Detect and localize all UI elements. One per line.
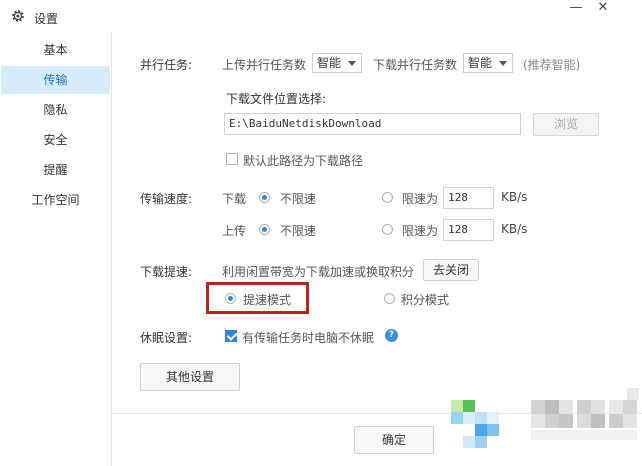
close-button[interactable]: ✕ bbox=[592, 0, 614, 18]
tasks-hint: (推荐智能) bbox=[523, 58, 581, 72]
upload-unlimited-label: 不限速 bbox=[280, 224, 317, 238]
download-limit-label: 限速为 bbox=[402, 192, 439, 206]
other-settings-button[interactable]: 其他设置 bbox=[140, 363, 240, 391]
download-tasks-value: 智能 bbox=[468, 56, 493, 70]
upload-limit-radio[interactable] bbox=[382, 224, 393, 235]
speed-mode-label: 提速模式 bbox=[243, 293, 292, 307]
gear-icon bbox=[12, 10, 24, 22]
sidebar-item-transfer[interactable]: 传输 bbox=[1, 66, 110, 94]
default-path-label: 默认此路径为下载路径 bbox=[243, 154, 364, 168]
watermark-logo bbox=[451, 386, 642, 466]
download-speed-label: 下载 bbox=[222, 192, 247, 206]
download-tasks-select[interactable]: 智能 bbox=[463, 53, 513, 73]
sidebar-item-privacy[interactable]: 隐私 bbox=[1, 96, 110, 124]
download-limit-radio[interactable] bbox=[382, 192, 393, 203]
download-limit-unit: KB/s bbox=[501, 190, 528, 204]
window-title: 设置 bbox=[34, 12, 59, 26]
download-location-label: 下载文件位置选择: bbox=[226, 92, 327, 106]
points-mode-radio[interactable] bbox=[384, 293, 395, 304]
minimize-button[interactable]: — bbox=[565, 0, 587, 18]
upload-limit-input[interactable]: 128 bbox=[443, 219, 494, 241]
speed-section-label: 传输速度: bbox=[140, 192, 193, 206]
upload-limit-unit: KB/s bbox=[501, 222, 528, 236]
disable-accelerate-button[interactable]: 去关闭 bbox=[423, 259, 479, 281]
help-icon[interactable]: ? bbox=[385, 329, 398, 342]
browse-button[interactable]: 浏览 bbox=[533, 113, 599, 136]
chevron-down-icon bbox=[348, 61, 356, 66]
upload-tasks-value: 智能 bbox=[317, 56, 342, 70]
download-unlimited-radio[interactable] bbox=[259, 192, 270, 203]
upload-tasks-label: 上传并行任务数 bbox=[222, 58, 307, 72]
tasks-section-label: 并行任务: bbox=[140, 58, 193, 72]
sidebar-item-basic[interactable]: 基本 bbox=[1, 36, 110, 64]
upload-tasks-select[interactable]: 智能 bbox=[312, 53, 362, 73]
upload-unlimited-radio[interactable] bbox=[259, 224, 270, 235]
speed-mode-radio[interactable] bbox=[225, 293, 236, 304]
upload-limit-label: 限速为 bbox=[402, 224, 439, 238]
accelerate-section-label: 下载提速: bbox=[140, 265, 193, 279]
sidebar-item-reminders[interactable]: 提醒 bbox=[1, 156, 110, 184]
sidebar: 基本 传输 隐私 安全 提醒 工作空间 bbox=[0, 33, 112, 466]
download-path-input[interactable]: E:\BaiduNetdiskDownload bbox=[224, 113, 521, 135]
sidebar-item-workspace[interactable]: 工作空间 bbox=[1, 186, 110, 214]
points-mode-label: 积分模式 bbox=[401, 293, 450, 307]
download-limit-input[interactable]: 128 bbox=[443, 187, 494, 209]
accelerate-description: 利用闲置带宽为下载加速或换取积分 bbox=[222, 265, 415, 279]
sidebar-item-security[interactable]: 安全 bbox=[1, 126, 110, 154]
upload-speed-label: 上传 bbox=[222, 224, 247, 238]
prevent-sleep-checkbox[interactable] bbox=[225, 330, 237, 342]
prevent-sleep-label: 有传输任务时电脑不休眠 bbox=[242, 331, 375, 345]
default-path-checkbox[interactable] bbox=[226, 153, 238, 165]
ok-button[interactable]: 确定 bbox=[354, 426, 434, 454]
sleep-section-label: 休眠设置: bbox=[140, 331, 193, 345]
download-unlimited-label: 不限速 bbox=[280, 192, 317, 206]
chevron-down-icon bbox=[499, 61, 507, 66]
title-bar: 设置 — ✕ bbox=[0, 0, 642, 33]
download-tasks-label: 下载并行任务数 bbox=[373, 58, 458, 72]
